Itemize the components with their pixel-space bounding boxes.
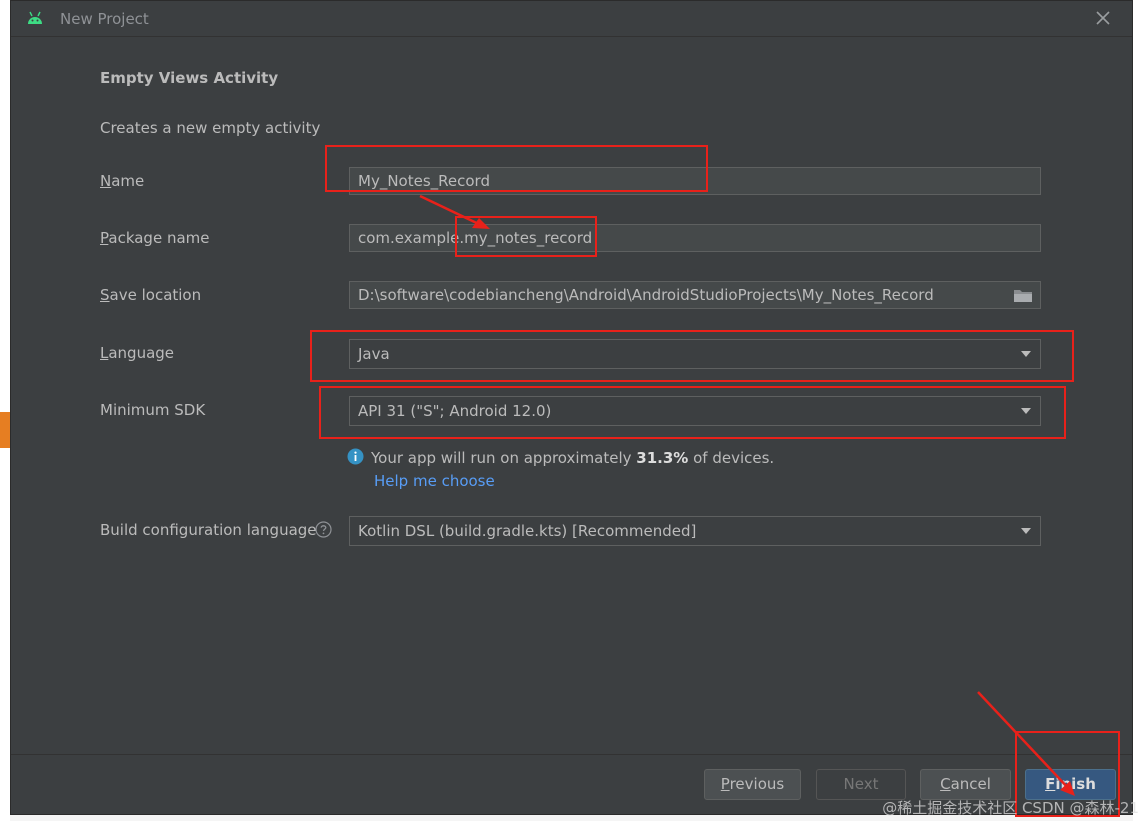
next-button[interactable]: Next: [816, 769, 906, 800]
chevron-down-icon: [1021, 408, 1031, 414]
device-coverage-text: Your app will run on approximately 31.3%…: [371, 449, 774, 467]
minimum-sdk-value: API 31 ("S"; Android 12.0): [358, 402, 552, 420]
folder-icon[interactable]: [1013, 287, 1033, 303]
cancel-mnemonic: C: [940, 775, 951, 793]
previous-rest: revious: [729, 775, 785, 793]
template-description: Creates a new empty activity: [100, 119, 321, 137]
package-name-input[interactable]: com.example.my_notes_record: [349, 224, 1041, 252]
language-label-rest: anguage: [108, 344, 175, 362]
save-location-label: Save location: [100, 286, 201, 304]
previous-button[interactable]: Previous: [704, 769, 801, 800]
coverage-percent: 31.3%: [636, 449, 689, 467]
package-input-value: com.example.my_notes_record: [358, 229, 593, 247]
build-config-dropdown[interactable]: Kotlin DSL (build.gradle.kts) [Recommend…: [349, 516, 1041, 546]
name-input-value: My_Notes_Record: [358, 172, 490, 190]
finish-rest: inish: [1055, 775, 1096, 793]
package-label-rest: ackage name: [108, 229, 210, 247]
name-label: Name: [100, 172, 144, 190]
language-value: Java: [358, 345, 390, 363]
name-input[interactable]: My_Notes_Record: [349, 167, 1041, 195]
package-name-label: Package name: [100, 229, 210, 247]
chevron-down-icon: [1021, 528, 1031, 534]
background-app-right: [1133, 0, 1141, 821]
finish-button[interactable]: Finish: [1025, 769, 1116, 800]
save-location-value: D:\software\codebiancheng\Android\Androi…: [358, 286, 934, 304]
language-dropdown[interactable]: Java: [349, 339, 1041, 369]
cancel-rest: ancel: [950, 775, 991, 793]
finish-mnemonic: F: [1045, 775, 1056, 793]
android-icon: [28, 11, 42, 24]
background-app-left: [0, 0, 10, 821]
dialog-title: New Project: [60, 10, 149, 28]
save-location-label-mnemonic: S: [100, 286, 110, 304]
question-icon[interactable]: [315, 521, 332, 538]
info-icon: [347, 448, 364, 465]
language-label: Language: [100, 344, 174, 362]
watermark: @稀土掘金技术社区 CSDN @森林-21: [882, 799, 1139, 817]
build-config-value: Kotlin DSL (build.gradle.kts) [Recommend…: [358, 522, 697, 540]
close-icon[interactable]: [1094, 9, 1112, 27]
save-location-input[interactable]: D:\software\codebiancheng\Android\Androi…: [349, 281, 1041, 309]
dialog-titlebar: New Project: [11, 1, 1132, 37]
build-config-label: Build configuration language: [100, 521, 317, 539]
previous-mnemonic: P: [720, 775, 730, 793]
coverage-suffix: of devices.: [688, 449, 775, 467]
new-project-dialog: New Project Empty Views Activity Creates…: [10, 0, 1133, 815]
minimum-sdk-dropdown[interactable]: API 31 ("S"; Android 12.0): [349, 396, 1041, 426]
name-label-rest: ame: [111, 172, 145, 190]
background-app-orange-tab: [0, 412, 10, 448]
save-location-label-rest: ave location: [109, 286, 202, 304]
help-me-choose-link[interactable]: Help me choose: [374, 472, 495, 490]
minimum-sdk-label: Minimum SDK: [100, 401, 206, 419]
coverage-prefix: Your app will run on approximately: [371, 449, 637, 467]
template-heading: Empty Views Activity: [100, 69, 279, 87]
cancel-button[interactable]: Cancel: [920, 769, 1011, 800]
name-label-mnemonic: N: [100, 172, 112, 190]
chevron-down-icon: [1021, 351, 1031, 357]
footer-divider: [11, 754, 1132, 755]
